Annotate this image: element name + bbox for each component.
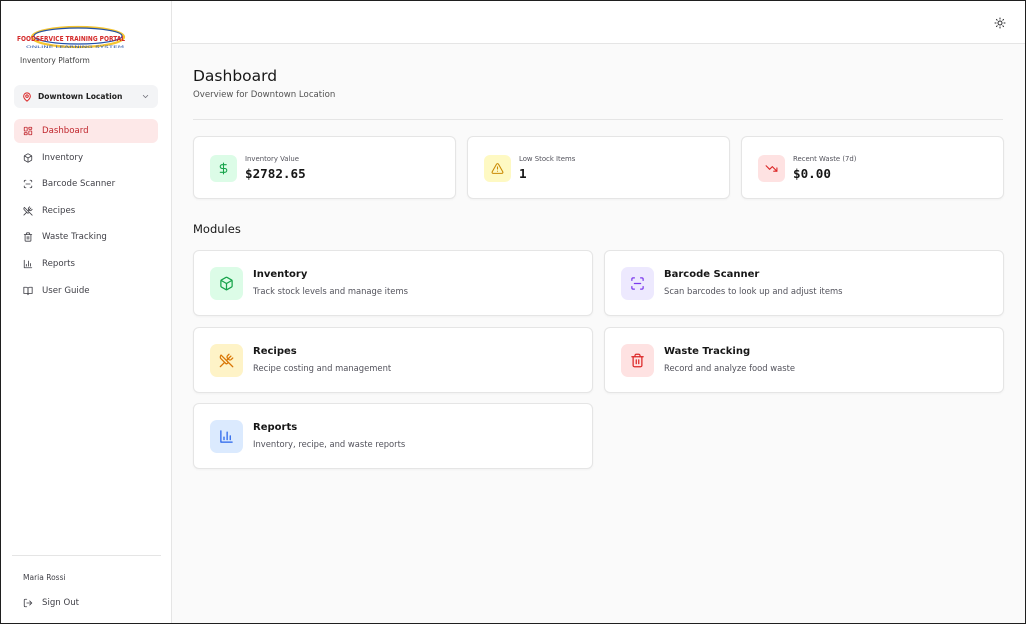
location-selector-value: Downtown Location bbox=[38, 92, 123, 101]
bar-chart-icon bbox=[220, 430, 233, 443]
stat-icon-wrap bbox=[210, 155, 237, 182]
stat-label: Low Stock Items bbox=[519, 155, 576, 163]
package-icon bbox=[23, 153, 33, 163]
dollar-sign-icon bbox=[219, 162, 228, 175]
page-subtitle: Overview for Downtown Location bbox=[193, 90, 336, 100]
sign-out-button[interactable]: Sign Out bbox=[23, 598, 79, 608]
module-title: Barcode Scanner bbox=[664, 269, 760, 280]
trending-down-icon bbox=[765, 165, 778, 172]
trash-icon bbox=[631, 353, 644, 368]
module-card-recipes[interactable]: Recipes Recipe costing and management bbox=[193, 327, 593, 393]
user-name: Maria Rossi bbox=[23, 573, 66, 582]
brand-subtitle: Inventory Platform bbox=[20, 56, 90, 65]
book-open-icon bbox=[23, 286, 33, 295]
sidebar-item-reports[interactable]: Reports bbox=[14, 252, 158, 276]
stat-label: Inventory Value bbox=[245, 155, 300, 163]
modules-heading: Modules bbox=[193, 222, 241, 236]
sidebar-nav: Dashboard Inventory Barcode Scanner Reci… bbox=[14, 119, 158, 305]
alert-triangle-icon bbox=[491, 163, 504, 174]
main-content: Dashboard Overview for Downtown Location… bbox=[172, 1, 1025, 623]
module-description: Record and analyze food waste bbox=[664, 363, 796, 373]
scan-icon bbox=[23, 180, 33, 189]
top-bar bbox=[172, 1, 1025, 44]
chevron-down-icon bbox=[142, 94, 149, 99]
package-icon bbox=[220, 276, 233, 291]
sidebar-item-barcode-scanner[interactable]: Barcode Scanner bbox=[14, 172, 158, 196]
sidebar-item-label: Barcode Scanner bbox=[42, 179, 116, 190]
stat-card-low-stock: Low Stock Items 1 bbox=[467, 136, 730, 199]
stat-card-recent-waste: Recent Waste (7d) $0.00 bbox=[741, 136, 1004, 199]
sidebar-item-label: Waste Tracking bbox=[42, 232, 107, 243]
map-pin-icon bbox=[23, 91, 31, 102]
layout-dashboard-icon bbox=[23, 126, 33, 136]
sidebar-item-user-guide[interactable]: User Guide bbox=[14, 279, 158, 303]
utensils-crossed-icon bbox=[23, 206, 33, 216]
module-icon-wrap bbox=[621, 267, 654, 300]
sidebar-item-label: Inventory bbox=[42, 152, 84, 163]
stat-icon-wrap bbox=[758, 155, 785, 182]
module-description: Track stock levels and manage items bbox=[253, 286, 408, 296]
sidebar-item-waste-tracking[interactable]: Waste Tracking bbox=[14, 225, 158, 249]
stat-card-inventory-value: Inventory Value $2782.65 bbox=[193, 136, 456, 199]
stat-value: $0.00 bbox=[793, 166, 831, 181]
sidebar-item-recipes[interactable]: Recipes bbox=[14, 199, 158, 223]
sidebar-item-inventory[interactable]: Inventory bbox=[14, 146, 158, 170]
brand-logo[interactable]: FOODSERVICE TRAINING PORTAL ONLINE LEARN… bbox=[16, 24, 128, 52]
module-title: Waste Tracking bbox=[664, 346, 751, 357]
sign-out-label: Sign Out bbox=[42, 598, 80, 608]
log-out-icon bbox=[23, 598, 33, 608]
stat-label: Recent Waste (7d) bbox=[793, 155, 857, 163]
stat-icon-wrap bbox=[484, 155, 511, 182]
module-description: Inventory, recipe, and waste reports bbox=[253, 439, 406, 449]
module-title: Reports bbox=[253, 422, 298, 433]
module-card-reports[interactable]: Reports Inventory, recipe, and waste rep… bbox=[193, 403, 593, 469]
module-icon-wrap bbox=[621, 344, 654, 377]
module-title: Inventory bbox=[253, 269, 308, 280]
bar-chart-icon bbox=[23, 259, 33, 269]
module-description: Scan barcodes to look up and adjust item… bbox=[664, 286, 843, 296]
sidebar-item-label: Recipes bbox=[42, 205, 76, 216]
module-description: Recipe costing and management bbox=[253, 363, 392, 373]
module-icon-wrap bbox=[210, 420, 243, 453]
module-card-inventory[interactable]: Inventory Track stock levels and manage … bbox=[193, 250, 593, 316]
module-icon-wrap bbox=[210, 267, 243, 300]
logo-text: FOODSERVICE TRAINING PORTAL bbox=[17, 34, 125, 43]
stat-value: 1 bbox=[519, 166, 527, 181]
sidebar: FOODSERVICE TRAINING PORTAL ONLINE LEARN… bbox=[1, 1, 172, 623]
sun-icon[interactable] bbox=[994, 17, 1006, 29]
module-title: Recipes bbox=[253, 346, 297, 357]
utensils-crossed-icon bbox=[219, 353, 234, 368]
module-card-waste-tracking[interactable]: Waste Tracking Record and analyze food w… bbox=[604, 327, 1004, 393]
app-window: FOODSERVICE TRAINING PORTAL ONLINE LEARN… bbox=[0, 0, 1026, 624]
sidebar-item-label: Dashboard bbox=[42, 126, 89, 136]
sidebar-item-label: Reports bbox=[42, 258, 75, 269]
scan-icon bbox=[631, 277, 644, 290]
location-selector[interactable]: Downtown Location bbox=[14, 85, 158, 108]
sidebar-divider bbox=[12, 555, 161, 556]
trash-icon bbox=[23, 232, 33, 242]
module-card-barcode-scanner[interactable]: Barcode Scanner Scan barcodes to look up… bbox=[604, 250, 1004, 316]
header-divider bbox=[193, 119, 1003, 120]
sidebar-item-label: User Guide bbox=[42, 285, 90, 296]
stat-value: $2782.65 bbox=[245, 166, 306, 181]
sidebar-item-dashboard[interactable]: Dashboard bbox=[14, 119, 158, 143]
page-title: Dashboard bbox=[193, 67, 278, 85]
logo-tagline: ONLINE LEARNING SYSTEM bbox=[26, 45, 125, 49]
module-icon-wrap bbox=[210, 344, 243, 377]
